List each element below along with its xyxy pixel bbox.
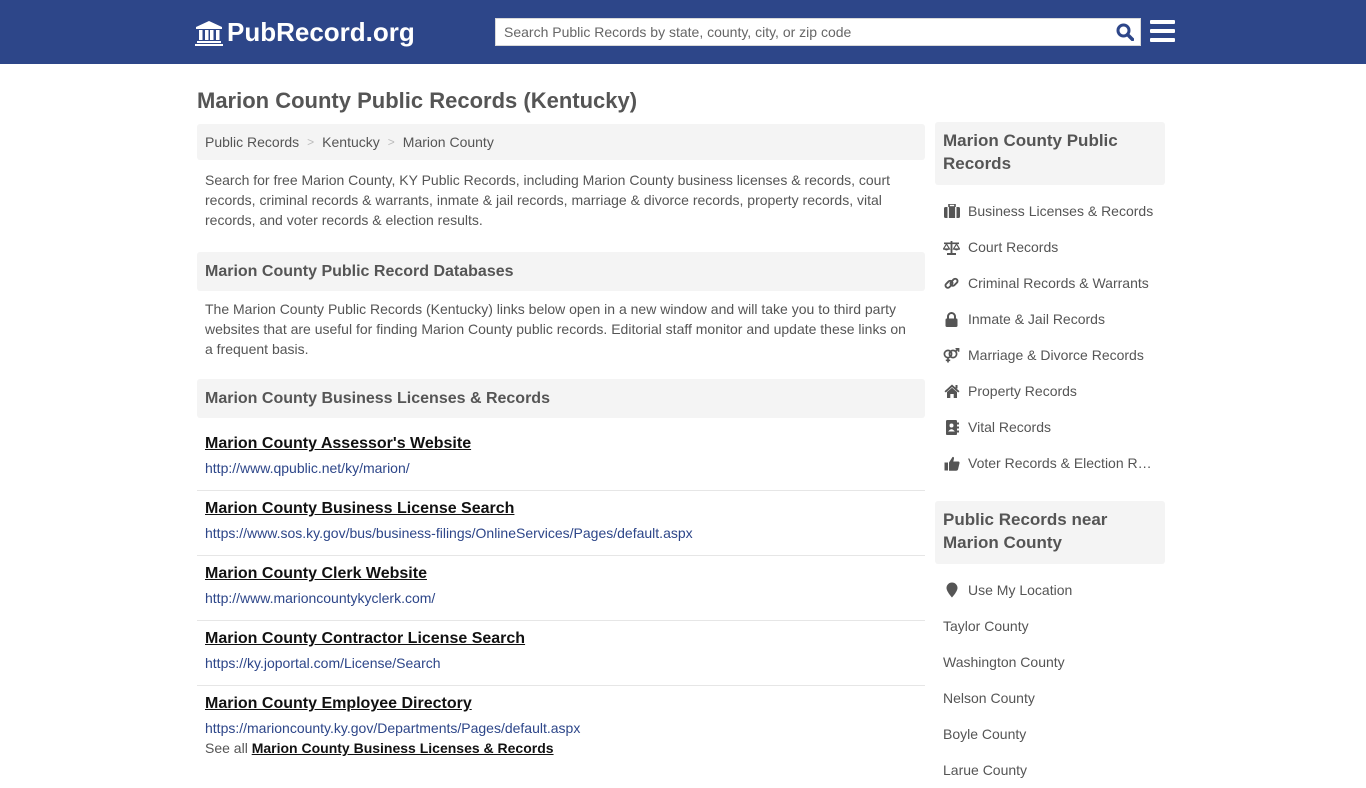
- sidebar-item-criminal-records[interactable]: Criminal Records & Warrants: [935, 265, 1165, 301]
- menu-bar-line: [1150, 29, 1175, 33]
- menu-bar-line: [1150, 20, 1175, 24]
- address-book-icon: [943, 419, 960, 435]
- home-icon: [943, 383, 960, 399]
- breadcrumb-separator: >: [307, 135, 315, 149]
- business-links-list: Marion County Assessor's Website http://…: [197, 426, 925, 740]
- sidebar-records-list: Business Licenses & Records Court Record…: [935, 193, 1165, 481]
- breadcrumb-separator: >: [387, 135, 395, 149]
- list-item: Marion County Clerk Website http://www.m…: [197, 556, 925, 621]
- thumbs-up-icon: [943, 455, 960, 471]
- nearby-section: Public Records near Marion County Use My…: [935, 501, 1165, 788]
- breadcrumb-marion-county[interactable]: Marion County: [403, 134, 494, 150]
- sidebar: Marion County Public Records Business Li…: [935, 122, 1165, 788]
- briefcase-icon: [943, 203, 960, 219]
- intro-text: Search for free Marion County, KY Public…: [205, 172, 891, 228]
- nearby-county-link[interactable]: Washington County: [935, 644, 1165, 680]
- record-link-title[interactable]: Marion County Business License Search: [205, 500, 514, 518]
- list-item: Marion County Assessor's Website http://…: [197, 426, 925, 491]
- site-logo-text: PubRecord.org: [227, 17, 415, 47]
- sidebar-item-business-licenses[interactable]: Business Licenses & Records: [935, 193, 1165, 229]
- sidebar-item-marriage-records[interactable]: Marriage & Divorce Records: [935, 337, 1165, 373]
- sidebar-item-property-records[interactable]: Property Records: [935, 373, 1165, 409]
- list-item: Marion County Employee Directory https:/…: [197, 686, 925, 740]
- record-link-title[interactable]: Marion County Assessor's Website: [205, 435, 471, 453]
- sidebar-item-inmate-records[interactable]: Inmate & Jail Records: [935, 301, 1165, 337]
- search-button[interactable]: [1110, 19, 1140, 45]
- courthouse-icon: [195, 20, 223, 46]
- search-icon: [1116, 23, 1134, 41]
- nearby-county-link[interactable]: Taylor County: [935, 608, 1165, 644]
- record-link-title[interactable]: Marion County Clerk Website: [205, 565, 427, 583]
- list-item: Marion County Business License Search ht…: [197, 491, 925, 556]
- list-item: Marion County Contractor License Search …: [197, 621, 925, 686]
- site-logo-link[interactable]: PubRecord.org: [195, 17, 415, 48]
- nearby-county-link[interactable]: Larue County: [935, 752, 1165, 788]
- sidebar-records-heading: Marion County Public Records: [935, 122, 1165, 185]
- record-link-title[interactable]: Marion County Employee Directory: [205, 695, 472, 713]
- sidebar-item-voter-records[interactable]: Voter Records & Election Results: [935, 445, 1165, 481]
- nearby-county-link[interactable]: Boyle County: [935, 716, 1165, 752]
- databases-description: The Marion County Public Records (Kentuc…: [205, 301, 906, 357]
- breadcrumb-public-records[interactable]: Public Records: [205, 134, 299, 150]
- nearby-heading: Public Records near Marion County: [935, 501, 1165, 564]
- use-my-location-button[interactable]: Use My Location: [935, 572, 1165, 608]
- record-link-title[interactable]: Marion County Contractor License Search: [205, 630, 525, 648]
- search-input[interactable]: [496, 19, 1110, 45]
- balance-scale-icon: [943, 239, 960, 255]
- see-all-link[interactable]: Marion County Business Licenses & Record…: [252, 740, 554, 756]
- lock-icon: [943, 311, 960, 327]
- page-title: Marion County Public Records (Kentucky): [197, 88, 638, 113]
- record-link-url[interactable]: https://ky.joportal.com/License/Search: [205, 655, 917, 671]
- nearby-list: Use My Location Taylor County Washington…: [935, 572, 1165, 788]
- see-all-row: See all Marion County Business Licenses …: [197, 740, 925, 756]
- breadcrumb-kentucky[interactable]: Kentucky: [322, 134, 380, 150]
- menu-bar-line: [1150, 38, 1175, 42]
- main-content: Public Records > Kentucky > Marion Count…: [197, 124, 925, 756]
- record-link-url[interactable]: http://www.qpublic.net/ky/marion/: [205, 460, 917, 476]
- record-link-url[interactable]: https://marioncounty.ky.gov/Departments/…: [205, 720, 917, 736]
- business-section-heading: Marion County Business Licenses & Record…: [197, 379, 925, 418]
- record-link-url[interactable]: http://www.marioncountykyclerk.com/: [205, 590, 917, 606]
- venus-mars-icon: [943, 347, 960, 363]
- top-navigation-bar: PubRecord.org: [0, 0, 1366, 64]
- databases-heading: Marion County Public Record Databases: [197, 252, 925, 291]
- record-link-url[interactable]: https://www.sos.ky.gov/bus/business-fili…: [205, 525, 917, 541]
- see-all-prefix: See all: [205, 740, 248, 756]
- map-marker-icon: [943, 582, 960, 598]
- sidebar-item-court-records[interactable]: Court Records: [935, 229, 1165, 265]
- nearby-county-link[interactable]: Nelson County: [935, 680, 1165, 716]
- hamburger-menu-button[interactable]: [1150, 20, 1175, 42]
- sidebar-item-vital-records[interactable]: Vital Records: [935, 409, 1165, 445]
- search-bar: [495, 18, 1141, 46]
- link-icon: [943, 275, 960, 291]
- breadcrumb: Public Records > Kentucky > Marion Count…: [197, 124, 925, 160]
